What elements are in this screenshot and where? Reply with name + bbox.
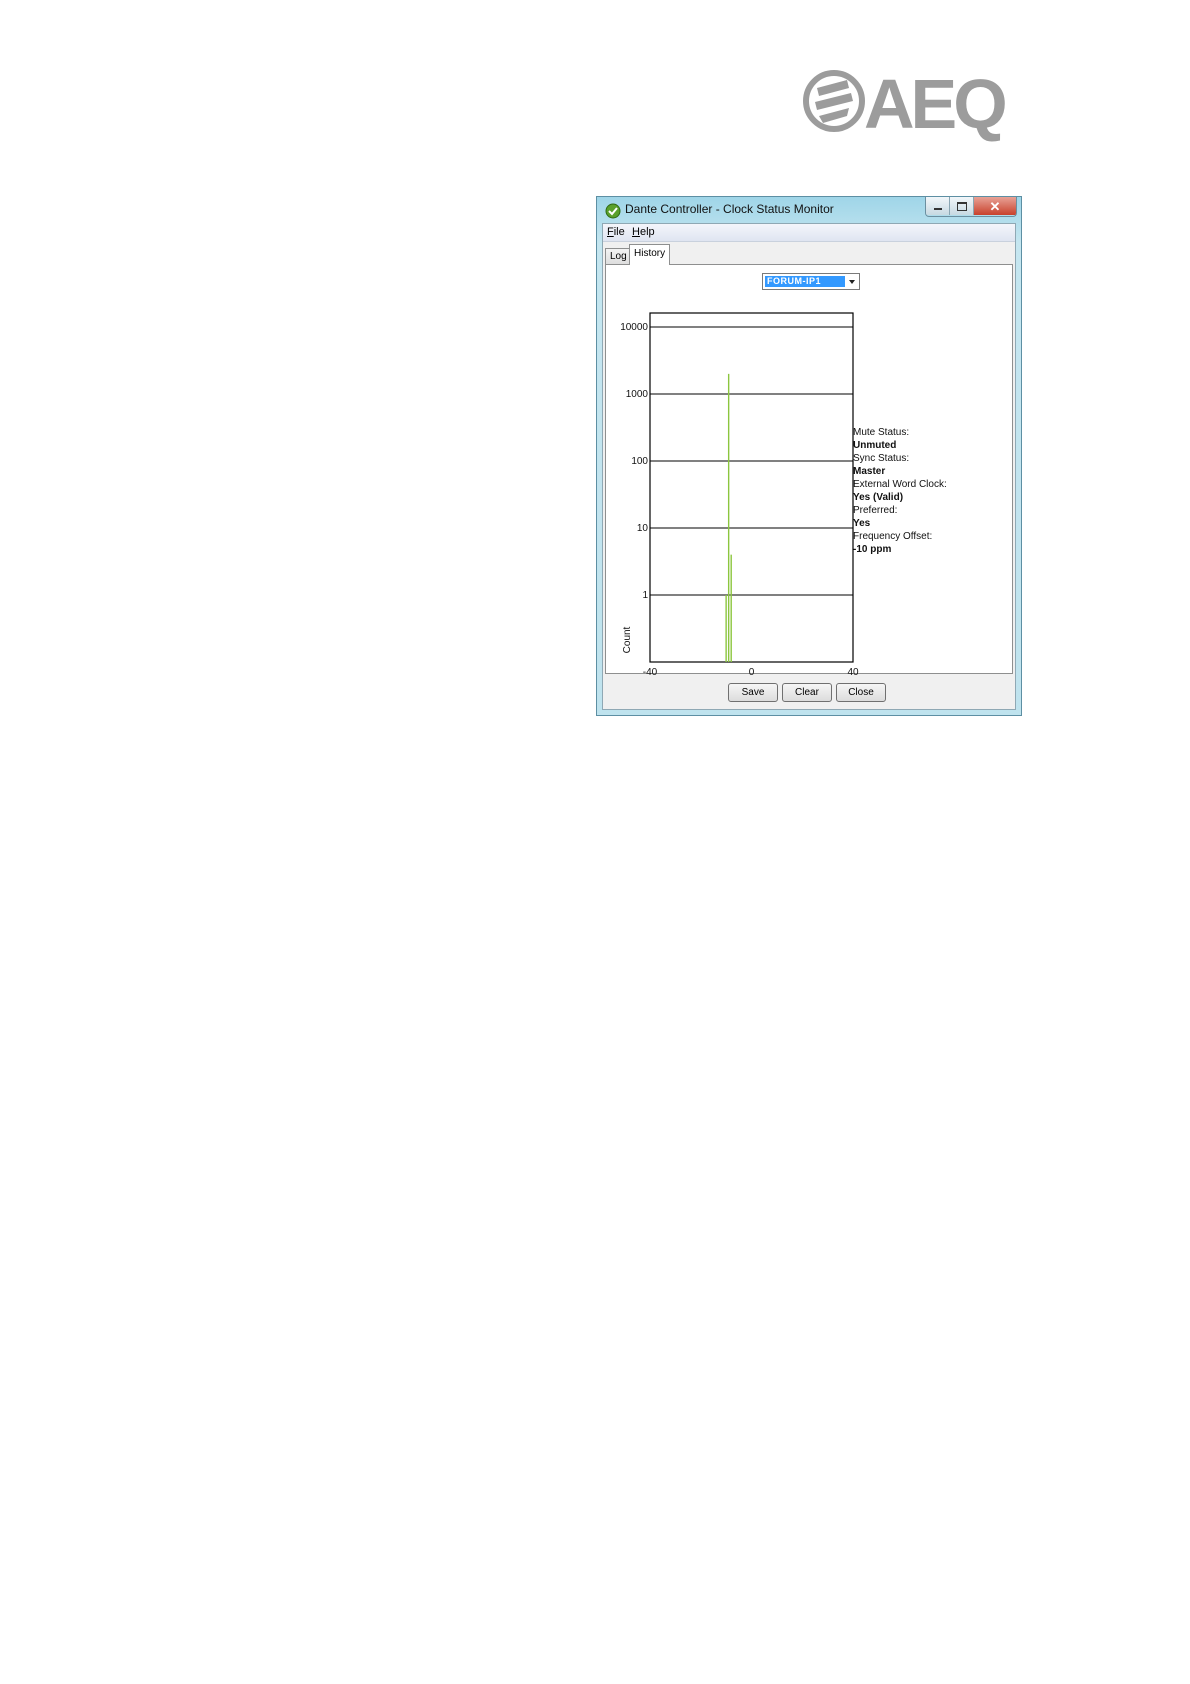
tab-log[interactable]: Log: [605, 248, 632, 264]
menu-file-label: ile: [613, 226, 625, 238]
menu-help[interactable]: Help: [632, 226, 655, 238]
status-value: Unmuted: [853, 440, 897, 451]
history-panel: FORUM-IP1 10000 1000 100 10 1 -40 0 40 Count Mut…: [605, 264, 1013, 677]
close-icon: ✕: [989, 198, 1001, 214]
close-button[interactable]: Close: [836, 683, 886, 702]
clear-button[interactable]: Clear: [782, 683, 832, 702]
menu-help-mnemonic: H: [632, 226, 640, 238]
y-tick-label: 1000: [626, 389, 649, 400]
aeq-logo-text: AEQ: [864, 68, 1005, 142]
button-bar: Save Clear Close: [603, 681, 1015, 705]
tab-history[interactable]: History: [629, 244, 671, 265]
status-value: Master: [853, 466, 886, 477]
y-tick-label: 10: [637, 523, 649, 534]
maximize-button[interactable]: [950, 197, 974, 215]
status-list: Mute Status: Unmuted Sync Status: Master Ext…: [853, 426, 973, 556]
title-bar[interactable]: Dante Controller - Clock Status Monitor …: [597, 197, 1021, 223]
status-value: -10 ppm: [853, 544, 892, 555]
clock-status-monitor-window: Dante Controller - Clock Status Monitor …: [596, 196, 1022, 716]
window-controls: ✕: [925, 197, 1017, 217]
dante-app-icon: [605, 203, 621, 219]
status-label: Sync Status:: [853, 453, 910, 464]
menu-bar: File Help: [603, 224, 1015, 242]
minimize-button[interactable]: [926, 197, 950, 215]
window-title: Dante Controller - Clock Status Monitor: [625, 202, 834, 216]
plot-area: [649, 312, 854, 663]
y-axis-label: Count: [622, 626, 633, 653]
status-label: Frequency Offset:: [853, 531, 933, 542]
aeq-logo: AEQ: [803, 68, 1027, 142]
menu-help-label: elp: [639, 226, 655, 238]
close-window-button[interactable]: ✕: [974, 197, 1016, 215]
x-tick-label: 40: [847, 667, 859, 677]
save-button[interactable]: Save: [728, 683, 778, 702]
menu-file-mnemonic: F: [607, 226, 614, 238]
minimize-icon: [933, 208, 942, 210]
status-label: Mute Status:: [853, 427, 910, 438]
y-tick-label: 10000: [620, 322, 648, 333]
window-client-area: File Help Log History FORUM-IP1 10000 100…: [602, 223, 1016, 710]
x-tick-label: 0: [749, 667, 755, 677]
maximize-icon: [956, 201, 967, 211]
status-label: External Word Clock:: [853, 479, 947, 490]
status-value: Yes: [853, 518, 871, 529]
y-tick-label: 1: [642, 590, 648, 601]
x-tick-label: -40: [643, 667, 658, 677]
y-tick-label: 100: [631, 456, 648, 467]
menu-file[interactable]: File: [607, 226, 625, 238]
status-value: Yes (Valid): [853, 492, 904, 503]
status-label: Preferred:: [853, 505, 898, 516]
aeq-logo-mark: [803, 70, 865, 132]
